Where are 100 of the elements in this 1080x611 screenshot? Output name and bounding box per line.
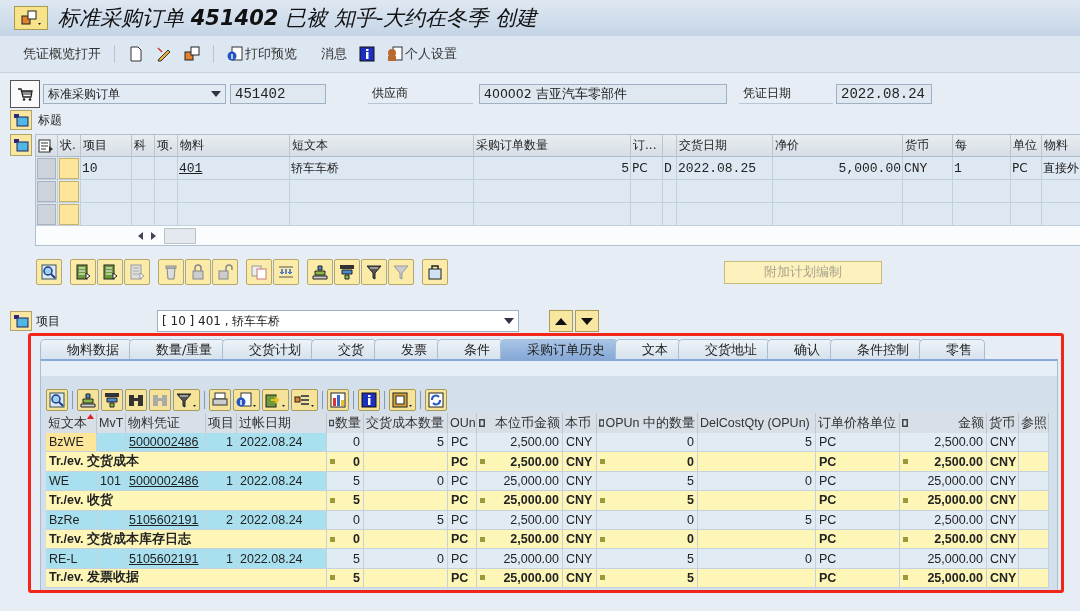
document-link[interactable]: 5000002486 <box>129 435 199 450</box>
column-header[interactable]: 数量 <box>327 413 364 433</box>
cell-value: 5 <box>687 570 694 585</box>
total-marker-icon <box>903 536 908 542</box>
doc-type-dropdown[interactable]: 标准采购订单 <box>43 84 226 104</box>
toolbar-button[interactable]: 消息 <box>318 43 350 65</box>
tab[interactable]: 零售 <box>919 339 986 359</box>
date-field[interactable]: 2022.08.24 <box>836 84 932 104</box>
column-header[interactable]: 货币 <box>903 135 953 157</box>
toolbar-button[interactable] <box>361 259 387 285</box>
column-header[interactable]: OPUn 中的数量 <box>597 413 698 433</box>
column-header[interactable]: 过帐日期 <box>237 413 327 433</box>
table-cell: PC <box>448 549 477 569</box>
column-header[interactable]: 本位币金额 <box>477 413 563 433</box>
column-header[interactable]: 状. <box>58 135 81 157</box>
column-header[interactable]: 项. <box>155 135 178 157</box>
total-marker-icon <box>903 575 908 581</box>
total-marker-icon <box>330 536 335 542</box>
column-header[interactable] <box>36 135 58 157</box>
toolbar-button[interactable] <box>36 259 62 285</box>
toolbar-button[interactable] <box>97 259 123 285</box>
toolbar-button[interactable] <box>307 259 333 285</box>
column-header[interactable]: 物料 <box>178 135 290 157</box>
toolbar-button[interactable] <box>233 389 260 411</box>
column-header[interactable]: 货币 <box>987 413 1019 433</box>
table-cell: CNY <box>563 568 597 589</box>
toolbar-button[interactable] <box>77 389 99 411</box>
material-link[interactable]: 401 <box>179 160 203 176</box>
toolbar-button[interactable] <box>181 44 203 64</box>
toolbar-button[interactable] <box>358 389 380 411</box>
toolbar-button[interactable]: 凭证概览打开 <box>20 43 104 65</box>
column-header[interactable]: 物料 <box>1042 135 1080 157</box>
toolbar-button[interactable]: 个人设置 <box>384 43 460 65</box>
column-header[interactable]: 订... <box>631 135 663 157</box>
column-header[interactable]: 物料凭证 <box>126 413 206 433</box>
total-marker-icon <box>480 497 485 503</box>
document-link[interactable]: 5105602191 <box>129 551 199 566</box>
column-header[interactable]: OUn <box>448 413 477 433</box>
table-cell: PC <box>816 549 900 569</box>
table-cell: 2,500.00 <box>900 433 987 453</box>
toolbar-button[interactable]: 打印预览 <box>224 43 300 65</box>
expand-button[interactable] <box>10 110 32 130</box>
column-header[interactable]: 采购订单数量 <box>474 135 631 157</box>
table-cell[interactable]: RE-L <box>46 549 97 569</box>
column-header[interactable]: 短文本 <box>46 413 97 433</box>
column-header[interactable]: 本币 <box>563 413 597 433</box>
toolbar-button[interactable] <box>125 389 147 411</box>
toolbar-button[interactable] <box>46 389 68 411</box>
column-header[interactable]: 每 <box>953 135 1011 157</box>
po-number-field[interactable]: 451402 <box>230 84 326 104</box>
toolbar-button[interactable] <box>422 259 448 285</box>
expand-button[interactable] <box>10 311 32 331</box>
item-dropdown[interactable]: [ 10 ] 401 , 轿车车桥 <box>157 310 519 332</box>
tab[interactable]: 物料数据 <box>40 339 132 359</box>
table-cell: CNY <box>987 452 1019 472</box>
previous-button[interactable] <box>549 310 573 332</box>
cell-value: 2,500.00 <box>510 454 559 469</box>
table-cell: CNY <box>987 529 1019 550</box>
table-cell: PC <box>816 452 900 472</box>
field-label: 供应商 <box>368 84 473 104</box>
column-header[interactable]: 项目 <box>206 413 237 433</box>
table-cell: CNY <box>987 549 1019 569</box>
expand-button[interactable] <box>10 134 32 156</box>
table-cell: PC <box>1011 157 1042 180</box>
vendor-field[interactable]: 400002 吉亚汽车零部件 <box>479 84 727 104</box>
toolbar-button[interactable] <box>425 389 447 411</box>
cart-button[interactable] <box>10 80 40 108</box>
toolbar-button[interactable] <box>334 259 360 285</box>
column-header[interactable]: 交货成本数量 <box>364 413 448 433</box>
column-header[interactable]: 净价 <box>773 135 903 157</box>
column-header[interactable]: MvT <box>97 413 126 433</box>
column-header[interactable]: 金额 <box>900 413 987 433</box>
binoculars-icon <box>152 392 168 408</box>
scroll-left-icon[interactable] <box>136 229 146 242</box>
next-button[interactable] <box>575 310 599 332</box>
menu-button[interactable] <box>14 6 48 30</box>
dropdown-caret-icon <box>211 91 221 97</box>
switch-icon <box>184 46 200 62</box>
column-header[interactable]: 短文本 <box>290 135 474 157</box>
table-cell: 25,000.00 <box>477 549 563 569</box>
magnifier-icon <box>49 392 65 408</box>
column-header[interactable]: 订单价格单位 <box>816 413 900 433</box>
column-header[interactable]: 项目 <box>81 135 132 157</box>
total-icon <box>599 419 605 427</box>
column-header[interactable]: 科 <box>132 135 155 157</box>
table-cell[interactable]: BzWE <box>46 433 97 453</box>
toolbar-button[interactable] <box>101 389 123 411</box>
pencil-icon <box>156 46 172 62</box>
column-header[interactable]: 参照 <box>1019 413 1049 433</box>
table-cell: PC <box>816 529 900 550</box>
toolbar-button[interactable] <box>70 259 96 285</box>
scroll-thumb[interactable] <box>164 227 196 244</box>
column-header[interactable]: 单位 <box>1011 135 1042 157</box>
column-header[interactable]: DelCostQty (OPUn) <box>698 413 816 433</box>
document-link[interactable]: 5105602191 <box>129 512 199 527</box>
document-link[interactable]: 5000002486 <box>129 473 199 488</box>
toolbar-button[interactable] <box>356 44 378 64</box>
column-header[interactable]: 交货日期 <box>677 135 773 157</box>
scroll-right-icon[interactable] <box>148 229 158 242</box>
toolbar-button[interactable] <box>173 389 200 411</box>
